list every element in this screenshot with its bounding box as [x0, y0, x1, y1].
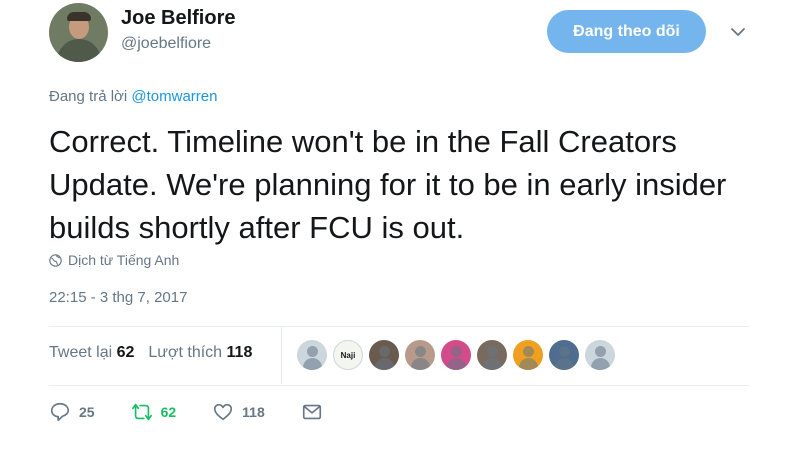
person-silhouette-body — [519, 358, 538, 370]
liker-avatar[interactable] — [549, 340, 579, 370]
translate-label: Dịch từ Tiếng Anh — [68, 252, 180, 268]
person-silhouette-icon — [559, 346, 570, 357]
like-stat-label: Lượt thích — [148, 344, 223, 361]
person-silhouette-icon — [415, 346, 426, 357]
translate-link[interactable]: Dịch từ Tiếng Anh — [49, 252, 179, 268]
timestamp[interactable]: 22:15 - 3 thg 7, 2017 — [49, 289, 187, 306]
person-silhouette-icon — [523, 346, 534, 357]
reply-count: 25 — [79, 404, 95, 420]
liker-avatar[interactable] — [585, 340, 615, 370]
person-silhouette-body — [447, 358, 466, 370]
chevron-down-icon[interactable] — [730, 24, 746, 40]
likers-avatars: Naji — [297, 340, 615, 370]
like-action[interactable]: 118 — [212, 401, 265, 423]
tweet-stats: Tweet lại 62 Lượt thích 118 — [49, 326, 282, 384]
liker-avatar[interactable] — [369, 340, 399, 370]
direct-message-action[interactable] — [301, 401, 323, 423]
like-stat[interactable]: Lượt thích 118 — [148, 344, 252, 362]
person-silhouette-body — [375, 358, 394, 370]
person-silhouette-icon — [487, 346, 498, 357]
reply-icon — [50, 402, 70, 422]
user-handle[interactable]: @joebelfiore — [121, 35, 211, 53]
globe-icon — [49, 253, 62, 267]
person-silhouette-icon — [595, 346, 606, 357]
liker-avatar[interactable] — [297, 340, 327, 370]
retweet-icon — [131, 403, 152, 421]
retweet-count: 62 — [160, 404, 177, 420]
liker-avatar[interactable] — [405, 340, 435, 370]
person-silhouette-body — [411, 358, 430, 370]
divider — [49, 326, 749, 327]
display-name[interactable]: Joe Belfiore — [121, 7, 235, 30]
person-silhouette-icon — [379, 346, 390, 357]
person-silhouette-body — [591, 358, 610, 370]
tweet-text: Correct. Timeline won't be in the Fall C… — [49, 124, 727, 245]
divider — [49, 385, 749, 386]
tweet-header: Joe Belfiore @joebelfiore Đang theo dõi — [49, 3, 749, 63]
retweet-stat[interactable]: Tweet lại 62 — [49, 344, 134, 362]
retweet-stat-label: Tweet lại — [49, 344, 113, 361]
mention-link[interactable]: @tomwarren — [131, 88, 217, 105]
following-button[interactable]: Đang theo dõi — [547, 10, 706, 53]
liker-avatar[interactable]: Naji — [333, 340, 363, 370]
liker-avatar-label: Naji — [340, 350, 356, 360]
stats-separator — [281, 326, 282, 384]
like-stat-count: 118 — [226, 344, 253, 361]
heart-icon — [214, 403, 233, 421]
avatar[interactable] — [49, 3, 108, 62]
person-silhouette-body — [303, 358, 322, 370]
person-silhouette-icon — [451, 346, 462, 357]
like-count: 118 — [242, 404, 265, 420]
retweet-action[interactable]: 62 — [131, 401, 177, 423]
person-silhouette-body — [555, 358, 574, 370]
person-silhouette-body — [483, 358, 502, 370]
envelope-icon — [302, 404, 321, 420]
retweet-stat-count: 62 — [116, 344, 135, 361]
liker-avatar[interactable] — [513, 340, 543, 370]
liker-avatar[interactable] — [441, 340, 471, 370]
replying-to-label: Đang trả lời — [49, 88, 128, 105]
tweet-actions: 25 62 118 — [49, 401, 359, 423]
reply-action[interactable]: 25 — [49, 401, 95, 423]
person-silhouette-icon — [307, 346, 318, 357]
replying-to: Đang trả lời @tomwarren — [49, 88, 217, 105]
liker-avatar[interactable] — [477, 340, 507, 370]
